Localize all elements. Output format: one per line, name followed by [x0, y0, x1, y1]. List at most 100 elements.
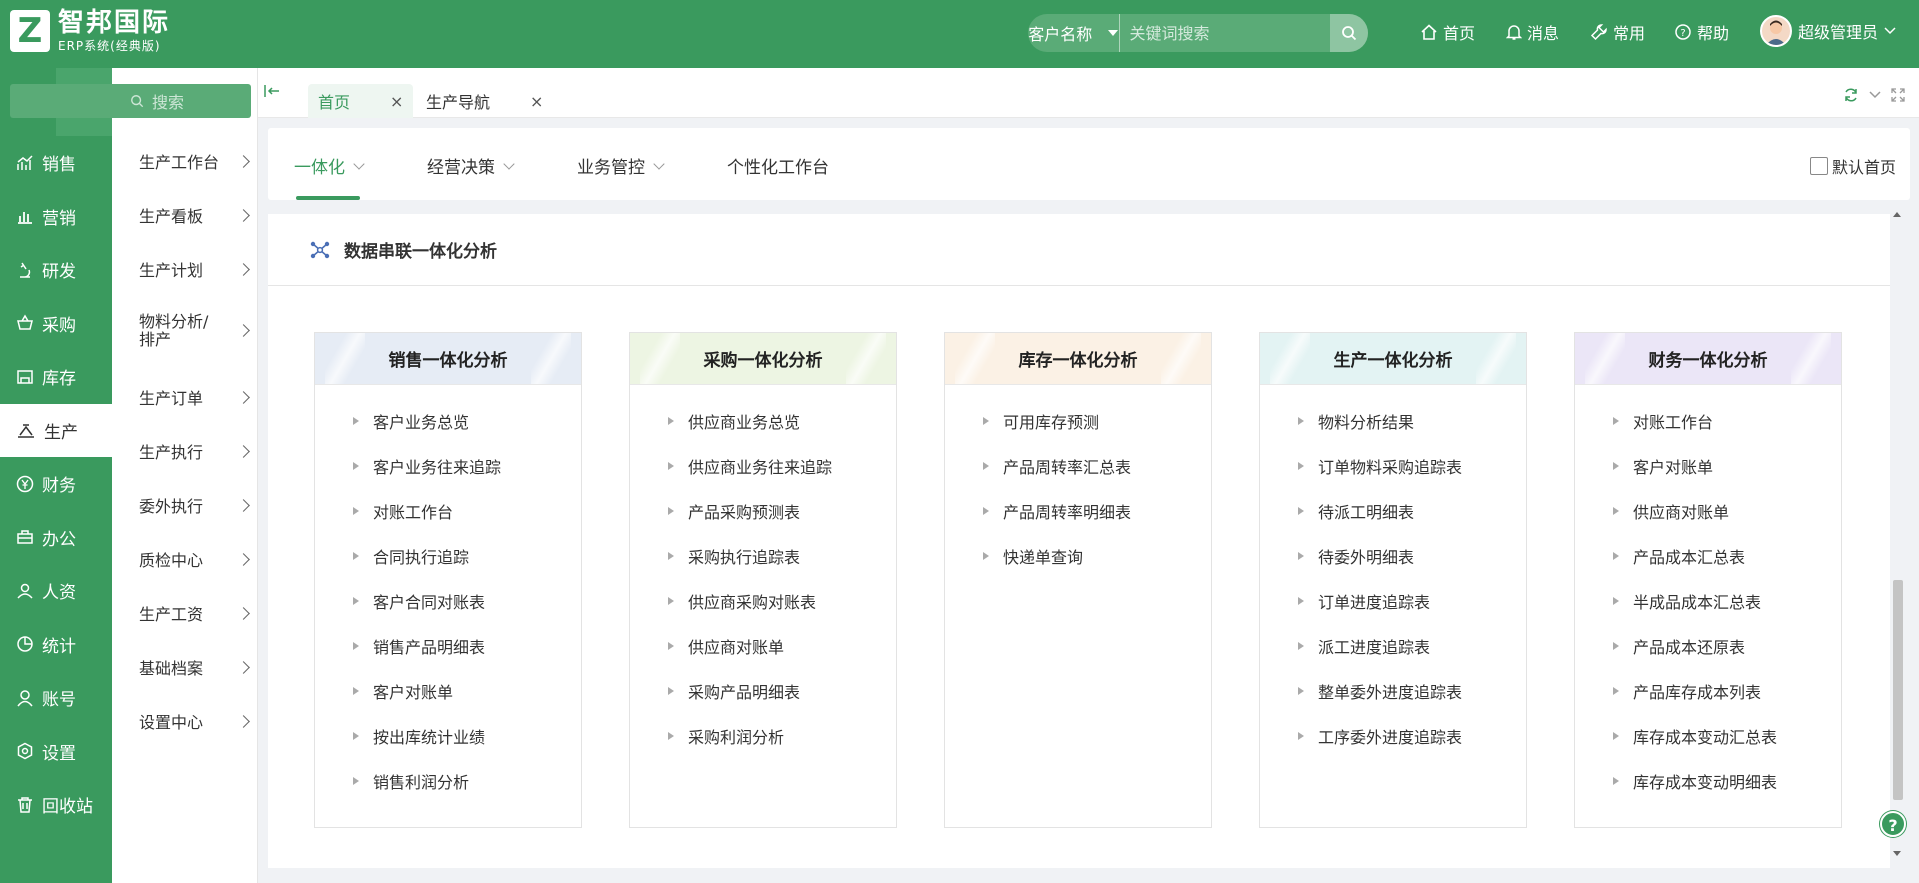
- search-input[interactable]: [1119, 14, 1330, 52]
- list-item[interactable]: 待派工明细表: [1298, 488, 1526, 533]
- tab-control[interactable]: 业务管控: [577, 153, 665, 178]
- list-item[interactable]: 待委外明细表: [1298, 533, 1526, 578]
- scrollbar-thumb[interactable]: [1893, 580, 1903, 800]
- subnav-item[interactable]: 生产工作台: [139, 149, 254, 173]
- sidebar-item-production[interactable]: 生产: [0, 403, 112, 457]
- list-item[interactable]: 产品周转率汇总表: [983, 443, 1211, 488]
- search-button[interactable]: [1329, 14, 1368, 52]
- sidebar-item-finance[interactable]: 财务: [0, 457, 112, 511]
- list-item[interactable]: 产品成本还原表: [1613, 623, 1841, 668]
- close-icon[interactable]: ×: [390, 92, 403, 111]
- tab-integration[interactable]: 一体化: [294, 153, 365, 178]
- list-item[interactable]: 按出库统计业绩: [353, 713, 581, 758]
- list-item[interactable]: 供应商业务总览: [668, 398, 896, 443]
- list-item[interactable]: 物料分析结果: [1298, 398, 1526, 443]
- list-item[interactable]: 客户对账单: [1613, 443, 1841, 488]
- list-item[interactable]: 采购利润分析: [668, 713, 896, 758]
- sidebar-item-office[interactable]: 办公: [0, 511, 112, 565]
- list-item[interactable]: 采购执行追踪表: [668, 533, 896, 578]
- topnav-home[interactable]: 首页: [1420, 20, 1475, 44]
- tab-production-nav[interactable]: 生产导航 ×: [416, 84, 553, 118]
- default-home-checkbox[interactable]: [1809, 157, 1828, 175]
- subnav-item[interactable]: 生产工资: [139, 601, 254, 625]
- sidebar-item-purchase[interactable]: 采购: [0, 297, 112, 351]
- tab-decision[interactable]: 经营决策: [427, 153, 515, 178]
- triangle-right-icon: [1613, 776, 1619, 785]
- list-item[interactable]: 半成品成本汇总表: [1613, 578, 1841, 623]
- subnav-item[interactable]: 质检中心: [139, 547, 254, 571]
- sidebar-item-label: 设置: [42, 743, 76, 764]
- list-item[interactable]: 销售利润分析: [353, 758, 581, 803]
- list-item[interactable]: 供应商对账单: [1613, 488, 1841, 533]
- list-item[interactable]: 供应商对账单: [668, 623, 896, 668]
- list-item[interactable]: 销售产品明细表: [353, 623, 581, 668]
- collapse-sidebar-icon[interactable]: [264, 84, 280, 98]
- chevron-down-icon[interactable]: [1869, 91, 1881, 99]
- list-item[interactable]: 客户业务往来追踪: [353, 443, 581, 488]
- tab-home[interactable]: 首页 ×: [308, 84, 414, 118]
- home-icon: [1421, 24, 1437, 40]
- close-icon[interactable]: ×: [530, 92, 543, 111]
- topnav-help[interactable]: ? 帮助: [1674, 20, 1729, 44]
- scroll-up-icon[interactable]: [1892, 210, 1902, 218]
- list-item[interactable]: 产品周转率明细表: [983, 488, 1211, 533]
- sidebar-item-settings[interactable]: 设置: [0, 725, 112, 779]
- scrollbar[interactable]: [1890, 210, 1904, 858]
- list-item[interactable]: 快递单查询: [983, 533, 1211, 578]
- subnav-item-label: 生产计划: [139, 261, 204, 280]
- help-button[interactable]: ?: [1880, 811, 1906, 837]
- sidebar-item-label: 人资: [42, 583, 76, 604]
- list-item[interactable]: 对账工作台: [1613, 398, 1841, 443]
- subnav-item[interactable]: 生产看板: [139, 203, 254, 227]
- subnav-item[interactable]: 委外执行: [139, 493, 254, 517]
- list-item[interactable]: 合同执行追踪: [353, 533, 581, 578]
- list-item[interactable]: 派工进度追踪表: [1298, 623, 1526, 668]
- list-item[interactable]: 客户业务总览: [353, 398, 581, 443]
- list-item[interactable]: 产品采购预测表: [668, 488, 896, 533]
- sidebar-item-marketing[interactable]: 营销: [0, 190, 112, 244]
- list-item[interactable]: 整单委外进度追踪表: [1298, 668, 1526, 713]
- scroll-down-icon[interactable]: [1892, 850, 1902, 858]
- list-item[interactable]: 产品成本汇总表: [1613, 533, 1841, 578]
- list-item[interactable]: 客户合同对账表: [353, 578, 581, 623]
- subnav-item[interactable]: 物料分析/排产: [139, 313, 254, 348]
- default-home-toggle[interactable]: 默认首页: [1809, 154, 1896, 178]
- sidebar-item-statistics[interactable]: 统计: [0, 618, 112, 672]
- tab-personal-workspace[interactable]: 个性化工作台: [727, 153, 829, 178]
- subnav-item[interactable]: 生产订单: [139, 385, 254, 409]
- subnav-item[interactable]: 生产执行: [139, 439, 254, 463]
- sidebar-item-account[interactable]: 账号: [0, 671, 112, 725]
- subtab-label: 业务管控: [577, 158, 645, 178]
- list-item[interactable]: 供应商采购对账表: [668, 578, 896, 623]
- triangle-right-icon: [668, 416, 674, 425]
- list-item[interactable]: 可用库存预测: [983, 398, 1211, 443]
- list-item[interactable]: 订单进度追踪表: [1298, 578, 1526, 623]
- topnav-messages[interactable]: 消息: [1506, 20, 1559, 44]
- list-item[interactable]: 库存成本变动明细表: [1613, 758, 1841, 803]
- list-item[interactable]: 库存成本变动汇总表: [1613, 713, 1841, 758]
- list-item[interactable]: 客户对账单: [353, 668, 581, 713]
- sidebar-search[interactable]: [10, 84, 139, 118]
- search-field-select[interactable]: 客户名称: [1028, 14, 1120, 52]
- sidebar-item-recycle[interactable]: 回收站: [0, 778, 112, 832]
- list-item[interactable]: 采购产品明细表: [668, 668, 896, 713]
- list-item[interactable]: 工序委外进度追踪表: [1298, 713, 1526, 758]
- fullscreen-icon[interactable]: [1891, 88, 1905, 102]
- sidebar-item-rnd[interactable]: 研发: [0, 243, 112, 297]
- subnav-item[interactable]: 基础档案: [139, 655, 254, 679]
- sidebar-item-inventory[interactable]: 库存: [0, 350, 112, 404]
- list-item[interactable]: 供应商业务往来追踪: [668, 443, 896, 488]
- sidebar-item-hr[interactable]: 人资: [0, 564, 112, 618]
- sidebar-search-input[interactable]: 搜索: [122, 84, 251, 118]
- list-item[interactable]: 产品库存成本列表: [1613, 668, 1841, 713]
- logo[interactable]: Z 智邦国际 ERP系统(经典版): [10, 10, 170, 52]
- user-menu[interactable]: 超级管理员: [1760, 15, 1901, 47]
- topnav-common[interactable]: 常用: [1590, 20, 1645, 44]
- refresh-icon[interactable]: [1843, 87, 1859, 103]
- subnav-item[interactable]: 设置中心: [139, 709, 254, 733]
- list-item[interactable]: 订单物料采购追踪表: [1298, 443, 1526, 488]
- sidebar-item-sales[interactable]: 销售: [0, 136, 112, 190]
- list-item[interactable]: 对账工作台: [353, 488, 581, 533]
- card-purchase: 采购一体化分析 供应商业务总览 供应商业务往来追踪 产品采购预测表 采购执行追踪…: [629, 332, 897, 828]
- subnav-item[interactable]: 生产计划: [139, 257, 254, 281]
